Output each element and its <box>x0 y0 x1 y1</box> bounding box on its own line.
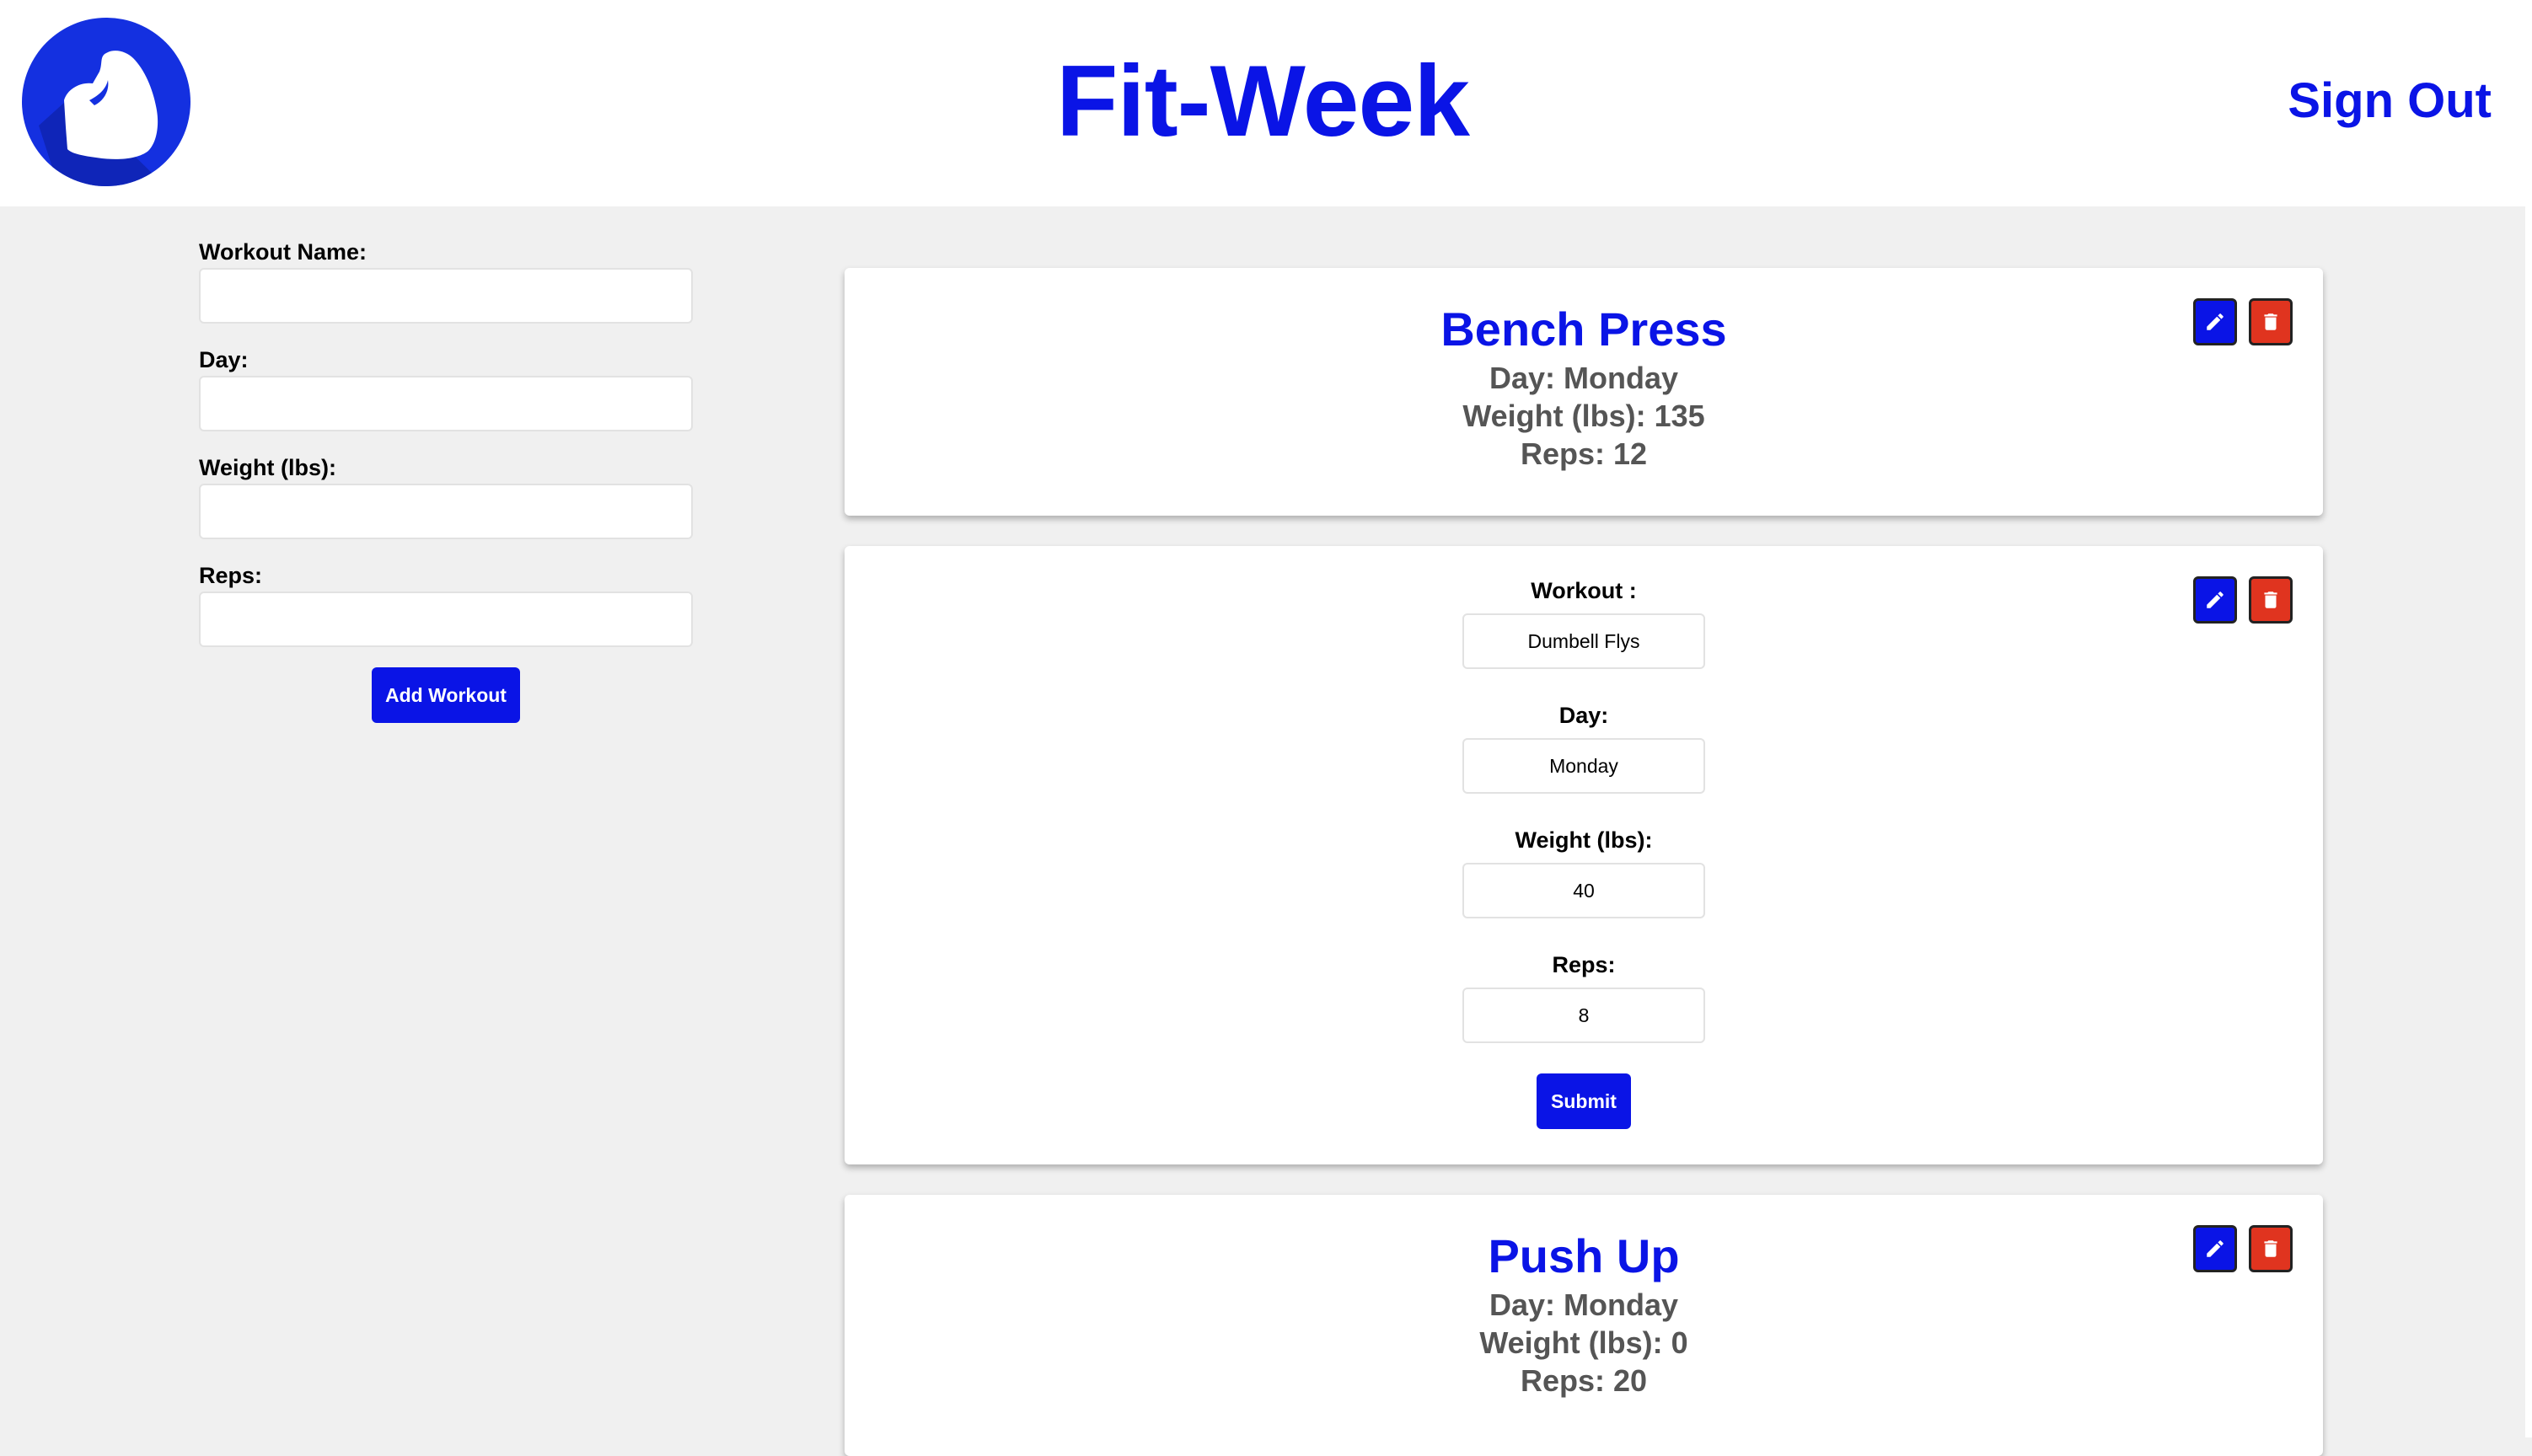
day-input[interactable] <box>199 376 693 431</box>
workout-name-label: Workout Name: <box>199 239 367 265</box>
workout-day: Day: Monday <box>1489 1287 1679 1322</box>
add-workout-button[interactable]: Add Workout <box>372 667 520 723</box>
weight-input[interactable] <box>199 484 693 539</box>
card-actions <box>2193 576 2293 624</box>
edit-workout-form: Workout : Day: Weight (lbs): Reps: Submi… <box>845 546 2323 1129</box>
edit-reps-label: Reps: <box>1552 952 1616 977</box>
trash-icon <box>2264 313 2277 330</box>
workout-card: Bench Press Day: Monday Weight (lbs): 13… <box>845 268 2323 516</box>
delete-button[interactable] <box>2249 298 2293 345</box>
pencil-icon <box>2207 313 2224 330</box>
edit-workout-input[interactable] <box>1462 613 1705 669</box>
workout-weight: Weight (lbs): 135 <box>1462 399 1705 433</box>
add-workout-form: Workout Name: Day: Weight (lbs): Reps: A… <box>199 236 693 723</box>
trash-icon <box>2264 1240 2277 1257</box>
scrollbar-gutter <box>2525 0 2532 1437</box>
edit-button[interactable] <box>2193 298 2237 345</box>
delete-button[interactable] <box>2249 576 2293 624</box>
sign-out-link[interactable]: Sign Out <box>2288 72 2492 131</box>
day-label: Day: <box>199 347 249 372</box>
edit-button[interactable] <box>2193 1225 2237 1272</box>
edit-weight-input[interactable] <box>1462 863 1705 918</box>
reps-label: Reps: <box>199 563 263 588</box>
workout-name-input[interactable] <box>199 268 693 324</box>
workout-title: Push Up <box>1488 1229 1680 1282</box>
app-title: Fit-Week <box>1056 45 1470 158</box>
pencil-icon <box>2207 592 2224 608</box>
edit-day-input[interactable] <box>1462 738 1705 794</box>
workout-weight: Weight (lbs): 0 <box>1479 1325 1688 1360</box>
header: Fit-Week Sign Out <box>0 0 2525 206</box>
edit-reps-input[interactable] <box>1462 988 1705 1043</box>
edit-day-label: Day: <box>1558 703 1609 728</box>
pencil-icon <box>2207 1240 2224 1257</box>
workout-card: Push Up Day: Monday Weight (lbs): 0 Reps… <box>845 1195 2323 1456</box>
workout-reps: Reps: 20 <box>1520 1363 1648 1398</box>
workout-title: Bench Press <box>1440 302 1727 356</box>
card-actions <box>2193 1225 2293 1272</box>
workout-card-editing: Workout : Day: Weight (lbs): Reps: Submi… <box>845 546 2323 1164</box>
workout-day: Day: Monday <box>1489 361 1679 395</box>
card-actions <box>2193 298 2293 345</box>
submit-button[interactable]: Submit <box>1537 1073 1631 1129</box>
workout-reps: Reps: 12 <box>1520 436 1648 471</box>
weight-label: Weight (lbs): <box>199 455 336 480</box>
delete-button[interactable] <box>2249 1225 2293 1272</box>
reps-input[interactable] <box>199 592 693 647</box>
edit-weight-label: Weight (lbs): <box>1515 827 1653 853</box>
trash-icon <box>2264 592 2277 608</box>
edit-button[interactable] <box>2193 576 2237 624</box>
edit-workout-label: Workout : <box>1531 578 1637 603</box>
